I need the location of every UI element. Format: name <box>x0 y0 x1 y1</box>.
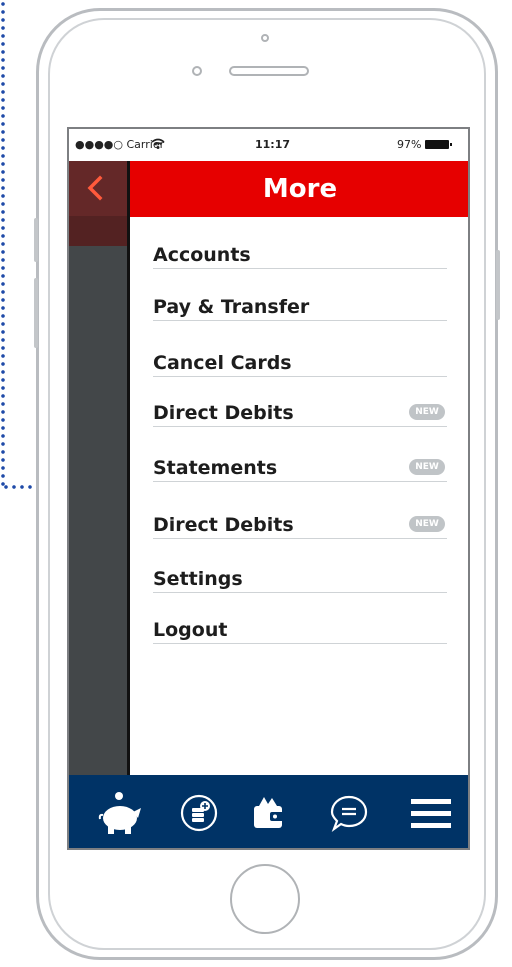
menu-item-label: Direct Debits <box>153 402 294 424</box>
status-bar: ●●●●○ Carrier 11:17 97% <box>69 129 468 161</box>
menu-item-label: Statements <box>153 457 278 479</box>
clock: 11:17 <box>255 138 291 151</box>
background-panel <box>69 161 129 775</box>
coins-icon <box>180 794 218 831</box>
new-badge: NEW <box>409 404 445 420</box>
new-badge: NEW <box>409 516 445 532</box>
piggy-bank-icon <box>98 791 141 834</box>
app-screen: ●●●●○ Carrier 11:17 97% More Accounts Pa… <box>67 127 470 850</box>
menu-item-label: Direct Debits <box>153 514 294 536</box>
tab-savings[interactable] <box>95 775 147 848</box>
earpiece-speaker <box>229 66 309 76</box>
menu-item-direct-debits-2[interactable]: Direct Debits NEW <box>153 512 447 539</box>
menu-item-pay-transfer[interactable]: Pay & Transfer <box>153 294 447 321</box>
drawer-header: More <box>130 161 468 217</box>
tab-wallet[interactable] <box>242 775 294 848</box>
menu-item-label: Settings <box>153 568 243 590</box>
menu-item-label: Logout <box>153 619 228 641</box>
tab-payments[interactable] <box>173 775 225 848</box>
menu-item-settings[interactable]: Settings <box>153 566 447 593</box>
tab-messages[interactable] <box>323 775 375 848</box>
menu-item-label: Accounts <box>153 244 251 266</box>
menu-item-accounts[interactable]: Accounts <box>153 242 447 269</box>
menu-item-direct-debits[interactable]: Direct Debits NEW <box>153 400 447 427</box>
dotted-connector-horizontal <box>2 484 34 490</box>
hamburger-menu-icon <box>411 798 451 828</box>
menu-item-logout[interactable]: Logout <box>153 617 447 644</box>
proximity-sensor <box>192 66 202 76</box>
chat-bubble-icon <box>330 795 368 832</box>
home-button[interactable] <box>230 864 300 934</box>
side-button-top <box>34 218 38 262</box>
drawer-edge <box>127 161 130 775</box>
new-badge: NEW <box>409 459 445 475</box>
background-strip <box>69 216 129 246</box>
menu-item-cancel-cards[interactable]: Cancel Cards <box>153 350 447 377</box>
wifi-icon <box>151 138 165 149</box>
bottom-tab-bar <box>69 775 468 848</box>
page-title: More <box>262 174 338 204</box>
side-button-right <box>496 250 500 320</box>
front-camera <box>261 34 269 42</box>
menu-item-label: Pay & Transfer <box>153 296 310 318</box>
wallet-icon <box>254 796 284 828</box>
battery-icon <box>425 140 452 149</box>
back-chevron-icon[interactable] <box>83 175 109 201</box>
side-button-mid <box>34 278 38 348</box>
battery-percent: 97% <box>397 138 422 151</box>
dotted-connector-vertical <box>0 0 6 487</box>
menu-item-label: Cancel Cards <box>153 352 292 374</box>
menu-item-statements[interactable]: Statements NEW <box>153 455 447 482</box>
tab-more[interactable] <box>405 775 457 848</box>
